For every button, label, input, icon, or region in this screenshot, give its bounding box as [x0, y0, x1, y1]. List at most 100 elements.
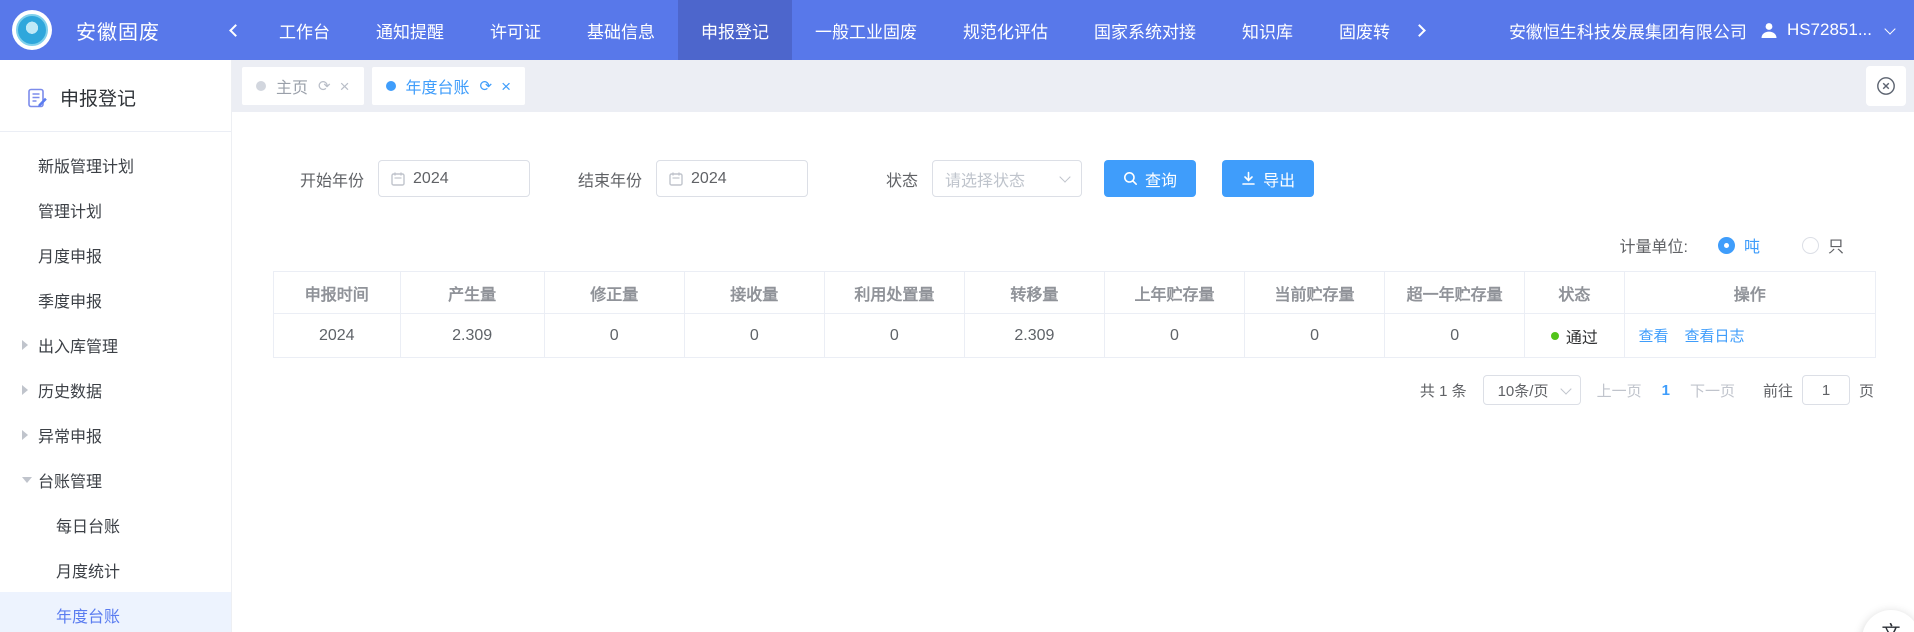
next-page-button[interactable]: 下一页 — [1690, 380, 1735, 401]
chevron-down-icon — [1059, 171, 1070, 182]
table-cell: 0 — [1245, 314, 1385, 358]
tab[interactable]: 主页⟳× — [242, 67, 364, 105]
nav-item[interactable]: 工作台 — [256, 0, 353, 60]
start-year-label: 开始年份 — [300, 167, 364, 191]
sidebar-item[interactable]: 每日台账 — [0, 502, 231, 547]
close-icon[interactable]: × — [501, 78, 511, 95]
tab[interactable]: 年度台账 ⟳ × — [372, 67, 526, 105]
sidebar-item[interactable]: 出入库管理 — [0, 322, 231, 367]
table-cell: 0 — [1385, 314, 1525, 358]
unit-radio[interactable]: 吨 — [1718, 233, 1760, 257]
tab-label: 年度台账 — [406, 74, 470, 98]
table-header-row: 申报时间产生量修正量接收量利用处置量转移量上年贮存量当前贮存量超一年贮存量状态操… — [274, 272, 1876, 314]
nav-item[interactable]: 基础信息 — [564, 0, 678, 60]
sidebar-header: 申报登记 — [0, 60, 231, 132]
end-year-value[interactable] — [691, 170, 791, 188]
chevron-left-icon — [229, 24, 242, 37]
export-button[interactable]: 导出 — [1222, 160, 1314, 197]
sidebar-item[interactable]: 新版管理计划 — [0, 142, 231, 187]
nav-item-label: 工作台 — [279, 18, 330, 43]
declaration-module-icon — [26, 87, 48, 109]
user-menu-chevron-icon[interactable] — [1884, 23, 1895, 34]
sidebar-item[interactable]: 年度台账 — [0, 592, 231, 632]
export-button-label: 导出 — [1263, 167, 1295, 191]
prev-page-button[interactable]: 上一页 — [1597, 380, 1642, 401]
search-icon — [1123, 171, 1138, 186]
tab-dot-icon — [386, 81, 396, 91]
table-cell: 0 — [1104, 314, 1244, 358]
app-title: 安徽固废 — [76, 16, 160, 45]
nav-item[interactable]: 申报登记 — [678, 0, 792, 60]
nav-item-label: 固废转 — [1339, 18, 1390, 43]
page-size-select[interactable]: 10条/页 — [1483, 375, 1581, 405]
nav-item-label: 基础信息 — [587, 18, 655, 43]
column-header: 接收量 — [684, 272, 824, 314]
nav-item-label: 许可证 — [490, 18, 541, 43]
nav-item-label: 通知提醒 — [376, 18, 444, 43]
unit-radio-label: 吨 — [1744, 233, 1760, 257]
close-icon[interactable]: × — [340, 78, 350, 95]
search-button-label: 查询 — [1145, 167, 1177, 191]
sidebar-item[interactable]: 月度统计 — [0, 547, 231, 592]
goto-page-input[interactable] — [1802, 375, 1850, 405]
close-all-tabs-button[interactable] — [1866, 66, 1906, 106]
status-badge: 通过 — [1525, 324, 1623, 348]
goto-suffix: 页 — [1859, 380, 1874, 401]
nav-item[interactable]: 一般工业固废 — [792, 0, 940, 60]
nav-menu: 工作台 通知提醒 许可证 基础信息申报登记一般工业固废规范化评估国家系统对接知识库 固废… — [256, 0, 1413, 60]
nav-item-label: 规范化评估 — [963, 18, 1048, 43]
page: 安徽固废 工作台通知提醒许可证基础信息申报登记一般工业固废规范化评估国家系统对接… — [0, 0, 1914, 632]
translate-button[interactable]: 文 — [1862, 610, 1914, 632]
nav-item-label: 知识库 — [1242, 18, 1293, 43]
sidebar-item-label: 台账管理 — [38, 468, 102, 492]
nav-scroll-right-button[interactable] — [1413, 0, 1434, 60]
table-cell: 0 — [824, 314, 964, 358]
sidebar-item[interactable]: 管理计划 — [0, 187, 231, 232]
nav-item[interactable]: 规范化评估 — [940, 0, 1071, 60]
app-logo-icon — [12, 10, 52, 50]
refresh-icon[interactable]: ⟳ — [318, 77, 331, 95]
start-year-value[interactable] — [413, 170, 513, 188]
refresh-icon[interactable]: ⟳ — [480, 77, 493, 95]
caret-right-icon — [22, 385, 28, 395]
nav-item[interactable]: 知识库 — [1219, 0, 1316, 60]
sidebar-item[interactable]: 历史数据 — [0, 367, 231, 412]
pagination-total: 共 1 条 — [1420, 380, 1467, 401]
caret-down-icon — [22, 477, 32, 483]
current-page[interactable]: 1 — [1662, 382, 1670, 399]
filter-row: 开始年份 结束年份 — [300, 160, 1914, 197]
caret-right-icon — [22, 430, 28, 440]
status-dot-icon — [1551, 332, 1559, 340]
sidebar-item[interactable]: 异常申报 — [0, 412, 231, 457]
end-year-input[interactable] — [656, 160, 808, 197]
nav-item[interactable]: 通知提醒 — [353, 0, 467, 60]
sidebar-item-label: 年度台账 — [56, 603, 120, 627]
view-log-link[interactable]: 查看日志 — [1685, 328, 1745, 345]
sidebar-item[interactable]: 季度申报 — [0, 277, 231, 322]
nav-item[interactable]: 国家系统对接 — [1071, 0, 1219, 60]
status-cell: 通过 — [1525, 314, 1624, 358]
status-select[interactable]: 请选择状态 — [932, 160, 1082, 197]
column-header: 申报时间 — [274, 272, 401, 314]
calendar-icon — [668, 171, 684, 187]
table-cell: 0 — [684, 314, 824, 358]
username[interactable]: HS72851... — [1787, 20, 1872, 40]
company-name: 安徽恒生科技发展集团有限公司 — [1509, 18, 1747, 43]
view-link[interactable]: 查看 — [1639, 328, 1669, 345]
caret-right-icon — [22, 340, 28, 350]
unit-label: 计量单位: — [1620, 233, 1688, 257]
sidebar-item[interactable]: 台账管理 — [0, 457, 231, 502]
start-year-input[interactable] — [378, 160, 530, 197]
nav-item[interactable]: 许可证 — [467, 0, 564, 60]
table-cell: 0 — [544, 314, 684, 358]
sidebar-menu: 新版管理计划管理计划月度申报季度申报出入库管理历史数据异常申报台账管理每日台账月… — [0, 132, 231, 632]
nav-collapse-button[interactable] — [215, 0, 256, 60]
unit-radio[interactable]: 只 — [1802, 233, 1844, 257]
nav-item[interactable]: 固废转 — [1316, 0, 1413, 60]
sidebar-item-label: 新版管理计划 — [38, 153, 134, 177]
table-cell: 2.309 — [400, 314, 544, 358]
sidebar-item-label: 出入库管理 — [38, 333, 118, 357]
sidebar-item[interactable]: 月度申报 — [0, 232, 231, 277]
sidebar-item-label: 季度申报 — [38, 288, 102, 312]
search-button[interactable]: 查询 — [1104, 160, 1196, 197]
